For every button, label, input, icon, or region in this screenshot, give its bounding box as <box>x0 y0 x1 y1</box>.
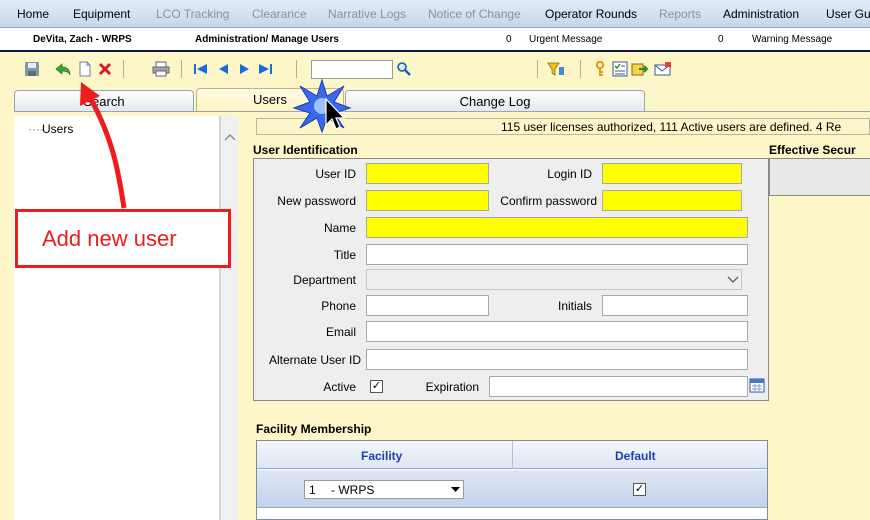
tree-scrollbar[interactable] <box>220 116 238 520</box>
facility-number: 1 <box>309 483 316 497</box>
save-icon[interactable] <box>23 60 41 78</box>
current-user: DeVita, Zach - WRPS <box>33 34 132 45</box>
confirm-password-input[interactable] <box>602 190 742 211</box>
user-id-input[interactable] <box>366 163 489 184</box>
facility-table: Facility Default 1 - WRPS ✓ <box>256 440 768 520</box>
nav-item-home[interactable]: Home <box>17 7 49 21</box>
top-navigation: Home Equipment LCO Tracking Clearance Na… <box>0 0 870 28</box>
department-label: Department <box>293 273 356 287</box>
next-record-icon[interactable] <box>235 60 253 78</box>
phone-input[interactable] <box>366 295 489 316</box>
annotation-callout: Add new user <box>15 209 231 268</box>
nav-item-operator-rounds[interactable]: Operator Rounds <box>545 7 637 21</box>
license-info-text: 115 user licenses authorized, 111 Active… <box>501 120 842 134</box>
urgent-message-label[interactable]: Urgent Message <box>529 34 602 45</box>
phone-label: Phone <box>321 299 356 313</box>
expiration-input[interactable] <box>489 376 748 397</box>
default-facility-checkbox[interactable]: ✓ <box>633 483 646 496</box>
warning-message-label[interactable]: Warning Message <box>752 34 832 45</box>
facility-name: - WRPS <box>331 483 375 497</box>
initials-input[interactable] <box>602 295 748 316</box>
key-icon[interactable] <box>592 60 610 78</box>
annotation-text: Add new user <box>42 226 177 251</box>
login-id-label: Login ID <box>547 167 592 181</box>
tab-change-log[interactable]: Change Log <box>345 90 645 112</box>
nav-item-administration[interactable]: Administration <box>723 7 799 21</box>
name-input[interactable] <box>366 217 748 238</box>
user-identification-title: User Identification <box>253 143 358 157</box>
effective-security-title: Effective Secur <box>769 143 856 157</box>
nav-item-lco-tracking[interactable]: LCO Tracking <box>156 7 229 21</box>
table-row[interactable]: 1 - WRPS ✓ <box>257 470 767 508</box>
chevron-down-icon <box>727 276 739 283</box>
alternate-user-id-input[interactable] <box>366 349 748 370</box>
user-id-label: User ID <box>315 167 356 181</box>
nav-item-user-guide[interactable]: User Gui <box>826 7 870 21</box>
login-id-input[interactable] <box>602 163 742 184</box>
name-label: Name <box>323 221 356 235</box>
export-icon[interactable] <box>631 60 649 78</box>
warning-message-count: 0 <box>718 34 724 45</box>
status-bar: DeVita, Zach - WRPS Administration/ Mana… <box>0 28 870 52</box>
urgent-message-count: 0 <box>506 34 512 45</box>
nav-item-clearance[interactable]: Clearance <box>252 7 307 21</box>
facility-table-header: Facility Default <box>257 441 767 469</box>
alternate-user-id-label: Alternate User ID <box>268 353 361 367</box>
title-input[interactable] <box>366 244 748 265</box>
nav-item-notice-of-change[interactable]: Notice of Change <box>428 7 521 21</box>
dropdown-arrow-icon <box>451 487 460 492</box>
first-record-icon[interactable] <box>192 60 210 78</box>
nav-item-narrative-logs[interactable]: Narrative Logs <box>328 7 406 21</box>
expiration-label: Expiration <box>425 380 479 394</box>
record-search-input[interactable] <box>311 60 393 79</box>
last-record-icon[interactable] <box>256 60 274 78</box>
effective-security-panel <box>769 158 870 196</box>
print-icon[interactable] <box>152 60 170 78</box>
filter-icon[interactable] <box>547 60 565 78</box>
mouse-pointer-icon <box>325 97 346 130</box>
nav-item-reports[interactable]: Reports <box>659 7 701 21</box>
column-header-default[interactable]: Default <box>615 449 656 463</box>
facility-membership-title: Facility Membership <box>256 422 372 436</box>
checklist-icon[interactable] <box>611 60 629 78</box>
nav-item-equipment[interactable]: Equipment <box>73 7 130 21</box>
new-password-label: New password <box>277 194 356 208</box>
email-input[interactable] <box>366 321 748 342</box>
active-label: Active <box>323 380 356 394</box>
title-label: Title <box>333 248 356 262</box>
email-label: Email <box>325 325 356 339</box>
page-breadcrumb: Administration/ Manage Users <box>195 34 339 45</box>
email-icon[interactable] <box>654 60 672 78</box>
department-select[interactable] <box>366 269 742 290</box>
active-checkbox[interactable]: ✓ <box>370 380 383 393</box>
annotation-arrow <box>80 82 127 209</box>
facility-select[interactable]: 1 - WRPS <box>304 480 464 499</box>
initials-label: Initials <box>557 299 592 313</box>
search-icon[interactable] <box>395 60 413 78</box>
calendar-icon[interactable] <box>749 377 765 393</box>
previous-record-icon[interactable] <box>214 60 232 78</box>
confirm-password-label: Confirm password <box>500 194 597 208</box>
column-header-facility[interactable]: Facility <box>361 449 402 463</box>
new-password-input[interactable] <box>366 190 489 211</box>
scroll-up-icon[interactable] <box>224 133 236 141</box>
